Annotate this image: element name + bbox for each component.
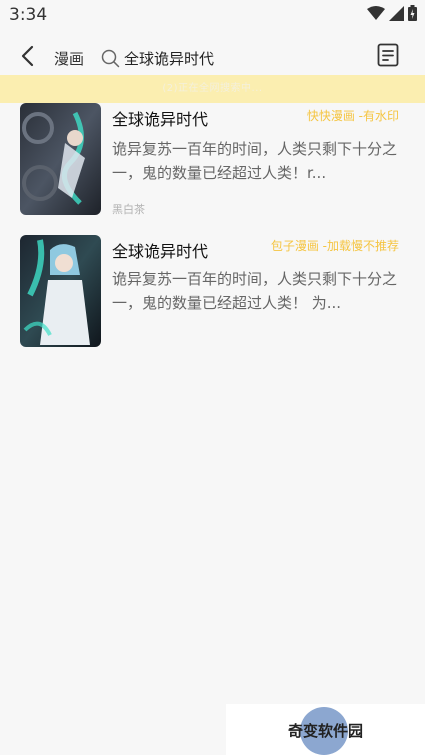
result-source: 包子漫画 -加载慢不推荐 [270, 239, 399, 253]
result-title: 全球诡异时代 [112, 242, 209, 261]
result-description: 诡异复苏一百年的时间，人类只剩下十分之一，鬼的数量已经超过人类！r... [112, 140, 397, 182]
back-arrow-icon [20, 45, 34, 71]
result-title: 全球诡异时代 [112, 110, 209, 129]
search-input[interactable]: 全球诡异时代 [124, 48, 214, 69]
cover-image [20, 235, 101, 347]
history-button[interactable] [375, 43, 401, 71]
search-box[interactable]: 全球诡异时代 [100, 44, 350, 72]
history-icon [377, 43, 399, 71]
result-item[interactable]: 全球诡异时代 包子漫画 -加载慢不推荐 诡异复苏一百年的时间，人类只剩下十分之一… [0, 235, 425, 355]
result-author: 黑白茶 [112, 203, 145, 216]
result-item[interactable]: 全球诡异时代 快快漫画 -有水印 诡异复苏一百年的时间，人类只剩下十分之一，鬼的… [0, 103, 425, 223]
search-icon [100, 48, 120, 68]
status-time: 3:34 [9, 5, 48, 25]
watermark: 奇变软件园 [226, 704, 425, 755]
back-button[interactable] [12, 42, 42, 74]
status-bar: 3:34 [0, 0, 425, 30]
toolbar: 漫画 全球诡异时代 [0, 36, 425, 80]
signal-icon [389, 5, 404, 25]
result-source: 快快漫画 -有水印 [306, 109, 399, 123]
result-description: 诡异复苏一百年的时间，人类只剩下十分之一，鬼的数量已经超过人类！ 为... [112, 270, 397, 312]
status-icons [367, 5, 417, 25]
watermark-text: 奇变软件园 [288, 722, 364, 740]
battery-icon [408, 5, 417, 25]
category-selector[interactable]: 漫画 [54, 48, 84, 69]
cover-image [20, 103, 101, 215]
wifi-icon [367, 5, 385, 25]
search-progress-banner: (2)正在全网搜索中... [0, 75, 425, 103]
